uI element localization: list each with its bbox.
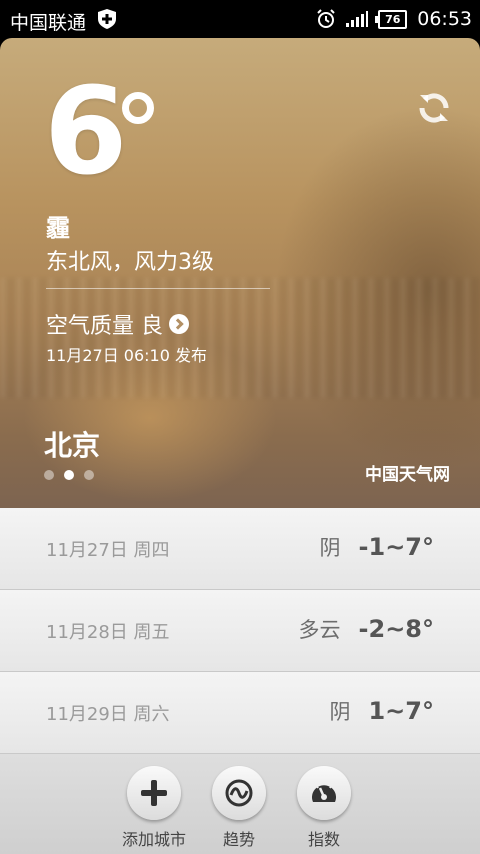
signal-icon xyxy=(346,11,369,27)
forecast-temperature-range: -2~8° xyxy=(358,615,434,643)
forecast-condition: 阴 xyxy=(319,536,341,560)
page-dot xyxy=(84,470,94,480)
air-quality-link[interactable]: 空气质量 良 xyxy=(46,308,189,340)
bottom-toolbar: 添加城市 趋势 指数 xyxy=(0,754,480,854)
forecast-summary: 多云 -2~8° xyxy=(299,614,434,644)
weather-hero[interactable]: 6 霾 东北风，风力3级 空气质量 良 11月27日 06:10 发布 北京 中… xyxy=(0,38,480,508)
add-city-label: 添加城市 xyxy=(121,830,186,849)
add-city-button[interactable]: 添加城市 xyxy=(114,766,194,850)
degree-symbol xyxy=(122,92,154,124)
battery-icon: 76 xyxy=(375,9,408,29)
current-temperature: 6 xyxy=(44,63,128,202)
forecast-row[interactable]: 11月28日 周五 多云 -2~8° xyxy=(0,590,480,672)
carrier-name: 中国联通 xyxy=(10,12,87,34)
wind-info: 东北风，风力3级 xyxy=(46,250,214,275)
forecast-summary: 阴 -1~7° xyxy=(320,532,434,562)
air-quality-label: 空气质量 良 xyxy=(46,314,163,339)
forecast-condition: 多云 xyxy=(298,618,341,642)
forecast-summary: 阴 1~7° xyxy=(329,696,434,726)
page-dot-active xyxy=(64,470,74,480)
page-dot xyxy=(44,470,54,480)
divider xyxy=(46,288,270,289)
alarm-icon xyxy=(316,9,336,29)
trend-label: 趋势 xyxy=(222,830,255,849)
gauge-icon[interactable] xyxy=(297,766,351,820)
publish-time: 11月27日 06:10 发布 xyxy=(46,346,208,365)
plus-icon[interactable] xyxy=(127,766,181,820)
status-bar: 中国联通 76 06:53 xyxy=(0,0,480,38)
trend-button[interactable]: 趋势 xyxy=(199,766,279,850)
status-right: 76 06:53 xyxy=(316,8,472,30)
page-indicator xyxy=(44,470,94,480)
forecast-date: 11月29日 周六 xyxy=(46,704,170,725)
forecast-date: 11月27日 周四 xyxy=(46,540,170,561)
forecast-temperature-range: 1~7° xyxy=(368,697,434,725)
forecast-list: 11月27日 周四 阴 -1~7° 11月28日 周五 多云 -2~8° 11月… xyxy=(0,508,480,754)
shield-icon xyxy=(98,9,116,29)
index-button[interactable]: 指数 xyxy=(284,766,364,850)
forecast-date: 11月28日 周五 xyxy=(46,622,170,643)
city-name: 北京 xyxy=(44,429,101,462)
data-source: 中国天气网 xyxy=(365,465,450,485)
refresh-icon[interactable] xyxy=(416,90,452,126)
forecast-temperature-range: -1~7° xyxy=(358,533,434,561)
forecast-row[interactable]: 11月27日 周四 阴 -1~7° xyxy=(0,508,480,590)
trend-icon[interactable] xyxy=(212,766,266,820)
index-label: 指数 xyxy=(307,830,340,849)
forecast-condition: 阴 xyxy=(329,700,351,724)
forecast-row[interactable]: 11月29日 周六 阴 1~7° xyxy=(0,672,480,754)
chevron-right-icon xyxy=(169,314,189,334)
clock: 06:53 xyxy=(417,8,472,30)
weather-condition: 霾 xyxy=(46,214,70,242)
